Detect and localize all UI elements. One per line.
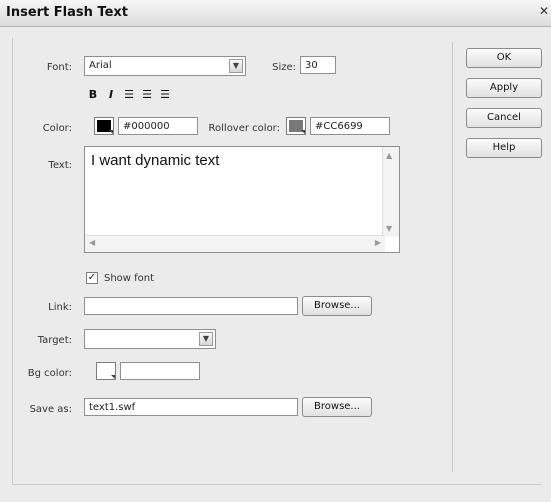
size-input[interactable]: 30	[300, 56, 336, 74]
save-as-input[interactable]: text1.swf	[84, 398, 298, 416]
link-browse-button[interactable]: Browse...	[302, 296, 372, 316]
save-as-label: Save as:	[29, 404, 72, 415]
save-as-browse-button[interactable]: Browse...	[302, 397, 372, 417]
bold-button[interactable]: B	[86, 88, 100, 102]
chevron-down-icon[interactable]: ▼	[229, 59, 243, 73]
align-left-icon[interactable]: ☰	[122, 88, 136, 102]
link-label: Link:	[48, 302, 72, 313]
apply-button[interactable]: Apply	[466, 78, 542, 98]
scroll-down-icon[interactable]: ▼	[386, 224, 392, 233]
bg-color-input[interactable]	[120, 362, 200, 380]
font-select-value: Arial	[89, 60, 112, 71]
bg-color-swatch[interactable]	[96, 362, 116, 380]
text-area[interactable]: I want dynamic text ▲ ▼ ◀ ▶	[84, 146, 400, 253]
italic-button[interactable]: I	[104, 88, 118, 102]
dialog-title: Insert Flash Text	[6, 5, 128, 20]
chevron-down-icon[interactable]: ▼	[199, 332, 213, 346]
form-panel	[12, 38, 541, 485]
show-font-checkbox[interactable]: ✓	[86, 272, 98, 284]
font-label: Font:	[46, 62, 72, 73]
target-select[interactable]: ▼	[84, 329, 216, 349]
swatch-dropdown-icon	[301, 130, 305, 134]
color-swatch[interactable]	[94, 117, 114, 135]
align-center-icon[interactable]: ☰	[140, 88, 154, 102]
close-icon[interactable]: ✕	[539, 4, 549, 18]
scroll-up-icon[interactable]: ▲	[386, 151, 392, 160]
align-right-icon[interactable]: ☰	[158, 88, 172, 102]
size-label: Size:	[272, 62, 296, 73]
ok-button[interactable]: OK	[466, 48, 542, 68]
help-button[interactable]: Help	[466, 138, 542, 158]
insert-flash-text-dialog: Insert Flash Text ✕ Font: Arial ▼ Size: …	[0, 0, 551, 502]
bg-color-label: Bg color:	[27, 368, 72, 379]
title-bar: Insert Flash Text ✕	[0, 0, 551, 27]
scroll-left-icon[interactable]: ◀	[89, 238, 95, 247]
show-font-label: Show font	[104, 273, 155, 284]
scroll-right-icon[interactable]: ▶	[375, 238, 381, 247]
rollover-color-label: Rollover color:	[208, 123, 280, 134]
font-select[interactable]: Arial ▼	[84, 56, 246, 76]
rollover-color-swatch[interactable]	[286, 117, 306, 135]
vertical-scrollbar[interactable]: ▲ ▼	[382, 147, 399, 237]
rollover-color-input[interactable]: #CC6699	[310, 117, 390, 135]
horizontal-scrollbar[interactable]: ◀ ▶	[85, 235, 385, 252]
target-label: Target:	[37, 335, 72, 346]
text-label: Text:	[48, 160, 72, 171]
text-area-content: I want dynamic text	[91, 152, 220, 169]
color-label: Color:	[42, 123, 72, 134]
button-divider	[452, 42, 453, 472]
cancel-button[interactable]: Cancel	[466, 108, 542, 128]
link-input[interactable]	[84, 297, 298, 315]
color-input[interactable]: #000000	[118, 117, 198, 135]
swatch-dropdown-icon	[109, 130, 113, 134]
swatch-dropdown-icon	[111, 375, 115, 379]
